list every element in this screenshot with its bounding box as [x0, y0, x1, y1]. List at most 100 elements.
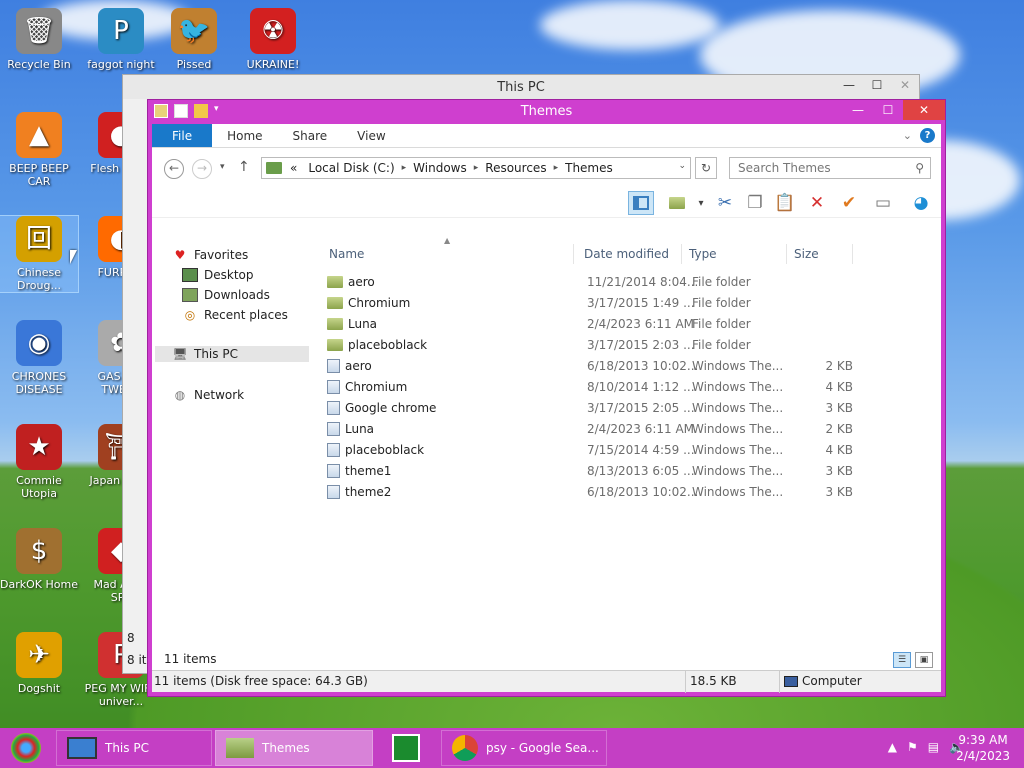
table-row[interactable]: aero 11/21/2014 8:04... File folder: [327, 272, 857, 293]
table-row[interactable]: Luna 2/4/2023 6:11 AM File folder: [327, 314, 857, 335]
file-type: Windows The...: [692, 401, 784, 415]
file-type: Windows The...: [692, 464, 784, 478]
desktop-icon-item[interactable]: ▲ BEEP BEEP CAR: [0, 112, 78, 188]
table-row[interactable]: Google chrome 3/17/2015 2:05 ... Windows T…: [327, 398, 857, 419]
paste-icon[interactable]: 📋: [772, 191, 798, 215]
globe-icon[interactable]: ◕: [908, 191, 934, 215]
desktop-icon-label: Pissed: [176, 58, 212, 71]
desktop-icon-label: BEEP BEEP CAR: [9, 162, 69, 188]
minimize-button[interactable]: —: [835, 75, 863, 95]
column-header-type[interactable]: Type: [682, 244, 787, 264]
folder-icon: [327, 339, 343, 351]
file-type: File folder: [692, 338, 751, 352]
breadcrumb-themes[interactable]: Themes: [558, 161, 620, 175]
search-input[interactable]: Search Themes ⚲: [729, 157, 931, 179]
app-icon: ☢: [250, 8, 296, 54]
column-header-date[interactable]: Date modified: [577, 244, 682, 264]
desktop-icon-item[interactable]: ✈ Dogshit: [0, 632, 78, 695]
forward-button[interactable]: →: [192, 159, 212, 179]
nav-recent-places[interactable]: ◎ Recent places: [182, 308, 288, 322]
preview-pane-icon[interactable]: [628, 191, 654, 215]
chrome-icon: [452, 735, 478, 761]
close-button[interactable]: ✕: [891, 75, 919, 95]
file-date: 8/13/2013 6:05 ...: [587, 464, 695, 478]
desktop-icon-item[interactable]: 回 Chinese Droug...: [0, 215, 79, 293]
taskbar-button-themes[interactable]: Themes: [215, 730, 373, 766]
desktop-icon-item[interactable]: Pfaggot night: [82, 8, 160, 71]
flag-icon[interactable]: ⚑: [907, 740, 918, 754]
file-name: placeboblack: [327, 443, 424, 457]
table-row[interactable]: Chromium 3/17/2015 1:49 ... File folder: [327, 293, 857, 314]
tab-file[interactable]: File: [152, 124, 213, 147]
cut-icon[interactable]: ✂: [712, 191, 738, 215]
title-bar[interactable]: This PC — ☐ ✕: [123, 75, 919, 99]
ribbon-tabs: File Home Share View ⌄ ?: [152, 124, 941, 148]
nav-network[interactable]: ◍ Network: [172, 388, 244, 402]
table-row[interactable]: theme2 6/18/2013 10:02... Windows The... 3 …: [327, 482, 857, 503]
window-themes[interactable]: ▾ Themes — ☐ ✕ File Home Share View ⌄ ? …: [147, 99, 946, 697]
tab-share[interactable]: Share: [278, 124, 343, 147]
desktop-icon-item[interactable]: $ DarkOK Home: [0, 528, 78, 591]
title-bar[interactable]: ▾ Themes — ☐ ✕: [148, 100, 945, 124]
maximize-button[interactable]: ☐: [863, 75, 891, 95]
chevron-down-icon[interactable]: ⌄: [678, 161, 686, 171]
app-icon: 🐦: [171, 8, 217, 54]
file-type: File folder: [692, 296, 751, 310]
file-date: 6/18/2013 10:02...: [587, 359, 699, 373]
copy-icon[interactable]: ❐: [742, 191, 768, 215]
breadcrumb-local-disk[interactable]: Local Disk (C:): [301, 161, 401, 175]
large-icons-view-button[interactable]: ▣: [915, 652, 933, 668]
show-hidden-icons-icon[interactable]: ▲: [888, 740, 897, 754]
properties-icon[interactable]: ▭: [870, 191, 896, 215]
column-header-size[interactable]: Size: [787, 244, 853, 264]
tab-home[interactable]: Home: [212, 124, 277, 147]
taskbar-store-button[interactable]: [388, 730, 428, 766]
chevron-down-icon[interactable]: ▾: [688, 191, 714, 215]
desktop-icon-item[interactable]: 🗑 Recycle Bin: [0, 8, 78, 71]
desktop-icon-item[interactable]: ◉ CHRONES DISEASE: [0, 320, 78, 396]
table-row[interactable]: Chromium 8/10/2014 1:12 ... Windows The...…: [327, 377, 857, 398]
breadcrumb-resources[interactable]: Resources: [478, 161, 553, 175]
minimize-button[interactable]: —: [843, 100, 873, 120]
delete-icon[interactable]: ✕: [804, 191, 830, 215]
close-button[interactable]: ✕: [903, 100, 945, 120]
recent-locations-icon[interactable]: ▾: [220, 162, 225, 172]
taskbar-button-this-pc[interactable]: This PC: [56, 730, 212, 766]
desktop-icon-item[interactable]: ☢ UKRAINE!: [234, 8, 312, 71]
clock[interactable]: 9:39 AM 2/4/2023: [956, 732, 1010, 764]
start-button[interactable]: [8, 732, 44, 764]
new-folder-icon[interactable]: [664, 191, 690, 215]
address-overflow[interactable]: «: [286, 161, 301, 175]
nav-desktop[interactable]: Desktop: [182, 268, 254, 282]
details-view-button[interactable]: ☰: [893, 652, 911, 668]
table-row[interactable]: Luna 2/4/2023 6:11 AM Windows The... 2 KB: [327, 419, 857, 440]
refresh-button[interactable]: ↻: [695, 157, 717, 179]
table-row[interactable]: placeboblack 3/17/2015 2:03 ... File folde…: [327, 335, 857, 356]
nav-downloads[interactable]: Downloads: [182, 288, 270, 302]
desktop-icon-item[interactable]: ★ Commie Utopia: [0, 424, 78, 500]
desktop-icon-item[interactable]: 🐦 Pissed: [155, 8, 233, 71]
up-button[interactable]: ↑: [238, 159, 250, 175]
maximize-button[interactable]: ☐: [873, 100, 903, 120]
table-row[interactable]: aero 6/18/2013 10:02... Windows The... 2 KB: [327, 356, 857, 377]
file-name-text: Chromium: [345, 380, 408, 394]
theme-file-icon: [327, 359, 340, 373]
table-row[interactable]: theme1 8/13/2013 6:05 ... Windows The... 3 …: [327, 461, 857, 482]
help-icon[interactable]: ?: [920, 128, 935, 143]
back-button[interactable]: ←: [164, 159, 184, 179]
nav-favorites[interactable]: ♥ Favorites: [172, 248, 249, 262]
breadcrumb-windows[interactable]: Windows: [406, 161, 474, 175]
file-name-text: Google chrome: [345, 401, 437, 415]
theme-file-icon: [327, 380, 340, 394]
tab-view[interactable]: View: [342, 124, 400, 147]
desktop-icon: [182, 268, 198, 282]
address-bar[interactable]: « Local Disk (C:) ▸ Windows ▸ Resources …: [261, 157, 691, 179]
rename-icon[interactable]: ✔: [836, 191, 862, 215]
nav-label: Downloads: [204, 288, 270, 302]
column-header-name[interactable]: Name: [322, 244, 574, 264]
network-icon[interactable]: ▤: [928, 740, 939, 754]
taskbar-button-chrome[interactable]: psy - Google Sea...: [441, 730, 607, 766]
nav-this-pc[interactable]: 🖥 This PC: [155, 346, 309, 362]
ribbon-expand-icon[interactable]: ⌄: [903, 129, 912, 142]
table-row[interactable]: placeboblack 7/15/2014 4:59 ... Windows Th…: [327, 440, 857, 461]
